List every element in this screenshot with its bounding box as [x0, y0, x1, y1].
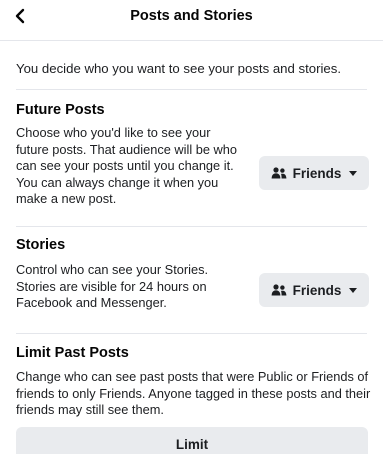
divider: [16, 89, 367, 90]
future-posts-audience-label: Friends: [292, 165, 342, 181]
future-posts-title: Future Posts: [16, 102, 105, 118]
friends-icon: [271, 284, 287, 296]
future-posts-audience-button[interactable]: Friends: [259, 156, 369, 190]
posts-and-stories-page: Posts and Stories You decide who you wan…: [0, 0, 383, 454]
divider: [16, 333, 367, 334]
future-posts-description: Choose who you'd like to see your future…: [16, 125, 237, 206]
stories-audience-label: Friends: [292, 282, 342, 298]
limit-button[interactable]: Limit: [16, 427, 368, 454]
limit-past-posts-title: Limit Past Posts: [16, 345, 129, 361]
stories-title: Stories: [16, 237, 66, 253]
limit-past-posts-description: Change who can see past posts that were …: [16, 369, 371, 417]
stories-audience-button[interactable]: Friends: [259, 273, 369, 307]
divider: [16, 226, 367, 227]
intro-text: You decide who you want to see your post…: [16, 61, 342, 76]
header-bar: Posts and Stories: [0, 0, 383, 41]
caret-down-icon: [349, 170, 358, 176]
friends-icon: [271, 167, 287, 179]
stories-description: Control who can see your Stories. Storie…: [16, 262, 209, 310]
page-title: Posts and Stories: [130, 8, 253, 24]
caret-down-icon: [349, 287, 358, 293]
